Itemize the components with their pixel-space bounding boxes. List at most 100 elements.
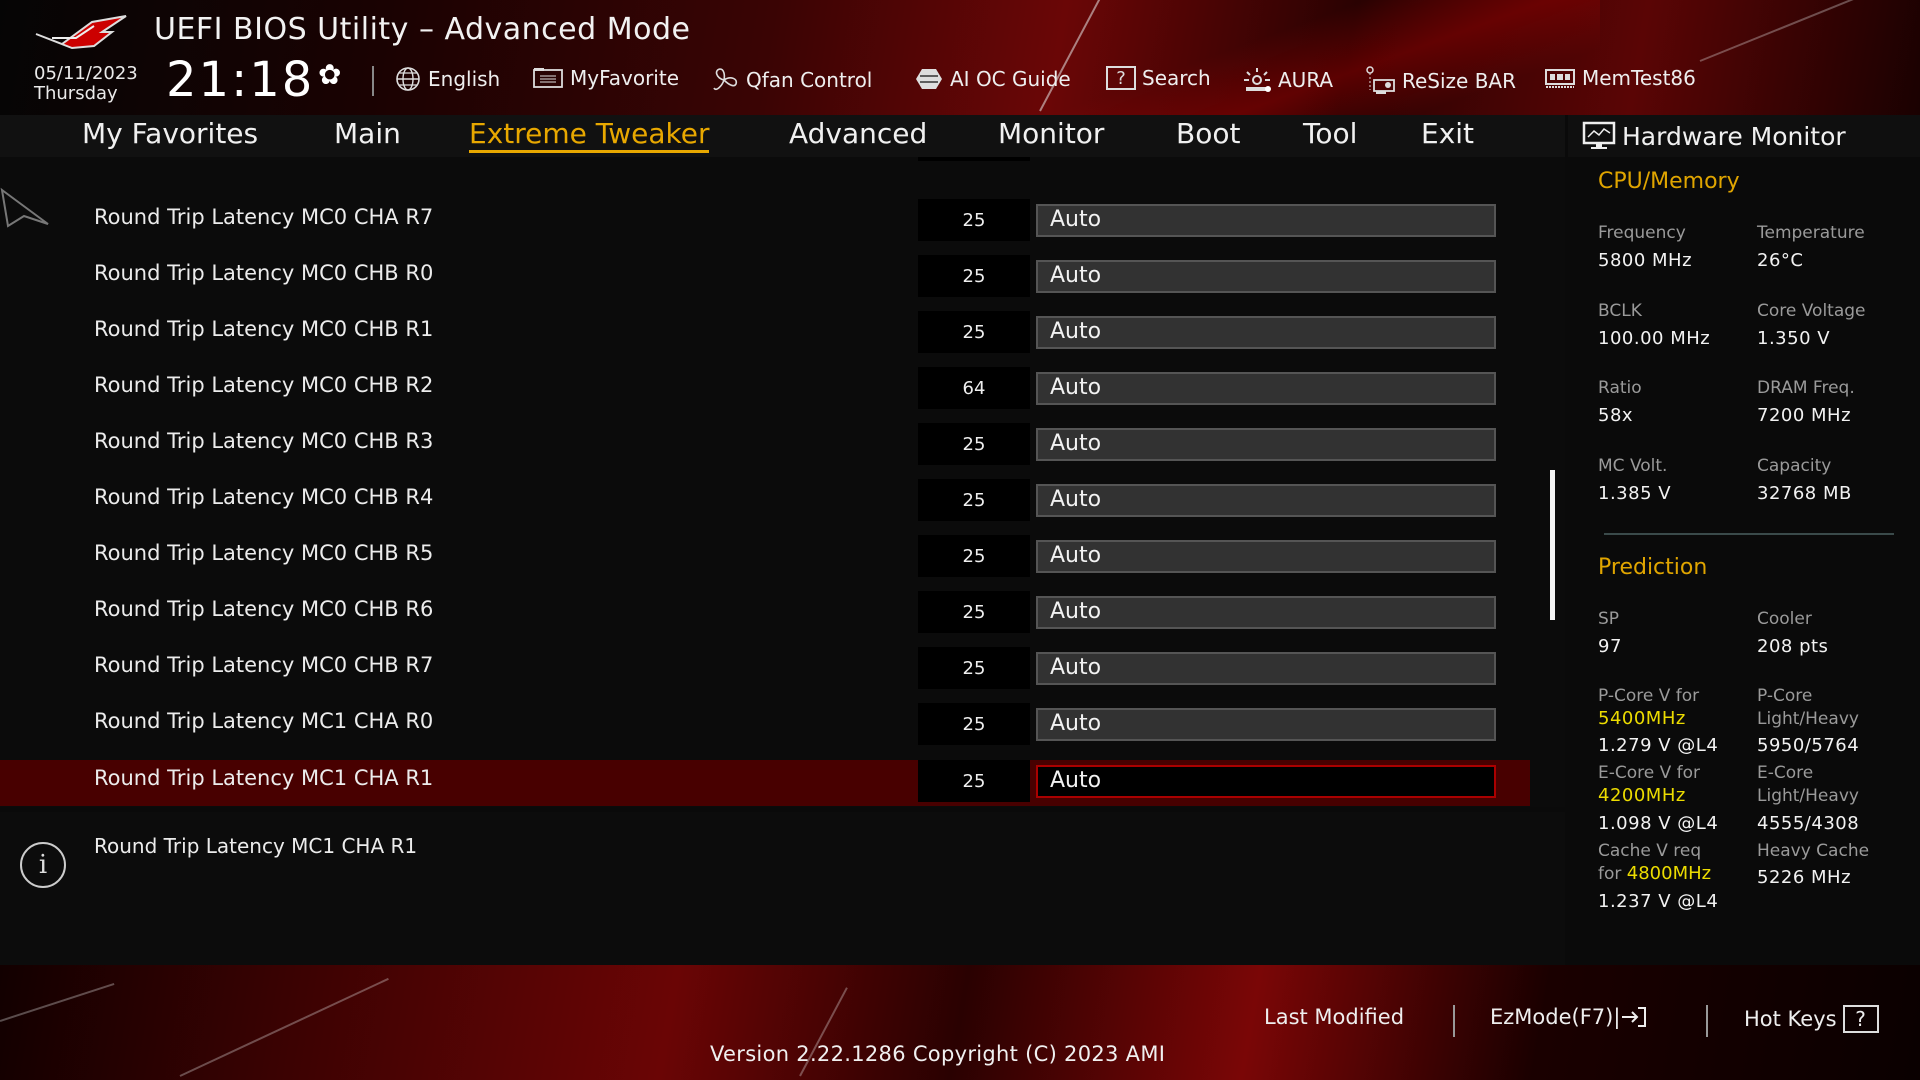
language-label: English — [428, 67, 501, 91]
setting-current-value: 25 — [918, 311, 1030, 353]
setting-select[interactable]: Auto — [1036, 765, 1496, 798]
setting-current-value: 25 — [918, 760, 1030, 802]
bclk-label: BCLK — [1598, 301, 1642, 321]
ecore-v-value: 1.098 V @L4 — [1598, 813, 1719, 834]
pcore-lh-label: P-Core — [1757, 686, 1813, 706]
setting-current-value: 25 — [918, 535, 1030, 577]
setting-select[interactable]: Auto — [1036, 708, 1496, 741]
language-button[interactable]: English — [394, 66, 500, 92]
ezmode-button[interactable]: EzMode(F7)| — [1490, 1005, 1648, 1029]
setting-label: Round Trip Latency MC0 CHB R0 — [94, 261, 434, 285]
setting-row[interactable]: Round Trip Latency MC0 CHB R6 25 Auto — [0, 591, 1530, 637]
cache-v-for: for — [1598, 864, 1622, 884]
clock-settings-gear-icon[interactable]: ✿ — [318, 58, 341, 91]
setting-select[interactable]: Auto — [1036, 204, 1496, 237]
hot-keys-button[interactable]: Hot Keys ? — [1744, 1005, 1879, 1033]
cache-v-value: 1.237 V @L4 — [1598, 891, 1719, 912]
myfavorite-label: MyFavorite — [570, 66, 680, 90]
heavy-cache-label: Heavy Cache — [1757, 841, 1870, 861]
setting-row[interactable]: Round Trip Latency MC0 CHB R4 25 Auto — [0, 479, 1530, 525]
pcore-v-value: 1.279 V @L4 — [1598, 735, 1719, 756]
frequency-value: 5800 MHz — [1598, 250, 1693, 271]
cooler-value: 208 pts — [1757, 636, 1829, 657]
setting-label: Round Trip Latency MC1 CHA R0 — [94, 709, 434, 733]
setting-label: Round Trip Latency MC0 CHB R2 — [94, 373, 434, 397]
qfan-control-button[interactable]: Qfan Control — [710, 66, 872, 94]
tab-exit[interactable]: Exit — [1421, 117, 1474, 150]
setting-select[interactable]: Auto — [1036, 596, 1496, 629]
setting-label: Round Trip Latency MC1 CHA R1 — [94, 766, 434, 790]
setting-select[interactable]: Auto — [1036, 652, 1496, 685]
hot-keys-label: Hot Keys — [1744, 1007, 1837, 1031]
memtest86-button[interactable]: MemTest86 — [1544, 66, 1696, 90]
setting-label: Round Trip Latency MC0 CHB R6 — [94, 597, 434, 621]
aura-button[interactable]: AURA — [1242, 66, 1333, 94]
search-button[interactable]: ? Search — [1106, 66, 1211, 90]
date-text: 05/11/2023 — [34, 63, 138, 84]
sp-label: SP — [1598, 609, 1620, 629]
setting-select[interactable]: Auto — [1036, 372, 1496, 405]
setting-label: Round Trip Latency MC0 CHA R7 — [94, 205, 434, 229]
setting-select[interactable]: Auto — [1036, 316, 1496, 349]
hardware-monitor-header: Hardware Monitor — [1568, 115, 1920, 157]
hardware-monitor-title: Hardware Monitor — [1582, 121, 1846, 151]
setting-select[interactable]: Auto — [1036, 484, 1496, 517]
gpu-card-icon — [1364, 66, 1396, 96]
help-question-icon: ? — [1842, 1005, 1879, 1033]
setting-select[interactable]: Auto — [1036, 260, 1496, 293]
settings-list: Round Trip Latency MC0 CHA R6 25 Auto Ro… — [0, 157, 1565, 807]
setting-row[interactable]: Round Trip Latency MC0 CHB R0 25 Auto — [0, 255, 1530, 301]
capacity-label: Capacity — [1757, 456, 1832, 476]
setting-current-value: 25 — [918, 423, 1030, 465]
ecore-lh-value: 4555/4308 — [1757, 813, 1860, 834]
app-title: UEFI BIOS Utility – Advanced Mode — [154, 12, 691, 47]
setting-select[interactable]: Auto — [1036, 540, 1496, 573]
ai-oc-guide-button[interactable]: AI OC Guide — [914, 66, 1071, 92]
temperature-label: Temperature — [1757, 223, 1865, 243]
list-scrollbar[interactable] — [1550, 470, 1555, 620]
qfan-label: Qfan Control — [746, 68, 873, 92]
setting-select[interactable]: Auto — [1036, 428, 1496, 461]
cache-v-freq: 4800MHz — [1626, 863, 1712, 884]
setting-row[interactable]: Round Trip Latency MC0 CHB R5 25 Auto — [0, 535, 1530, 581]
hardware-monitor-panel: CPU/Memory Frequency 5800 MHz Temperatur… — [1584, 115, 1920, 965]
bclk-value: 100.00 MHz — [1598, 328, 1711, 349]
aura-label: AURA — [1278, 68, 1334, 92]
setting-label: Round Trip Latency MC0 CHB R4 — [94, 485, 434, 509]
setting-current-value: 25 — [918, 255, 1030, 297]
day-text: Thursday — [34, 83, 118, 104]
myfavorite-button[interactable]: MyFavorite — [532, 66, 679, 90]
divider — [372, 66, 374, 96]
last-modified-button[interactable]: Last Modified — [1264, 1005, 1404, 1029]
temperature-value: 26°C — [1757, 250, 1804, 271]
tab-boot[interactable]: Boot — [1176, 117, 1240, 150]
fan-icon — [710, 66, 740, 94]
section-divider — [1604, 533, 1894, 535]
resize-bar-button[interactable]: ReSize BAR — [1364, 66, 1516, 96]
pcore-lh-label-2: Light/Heavy — [1757, 709, 1859, 729]
ai-oc-guide-label: AI OC Guide — [950, 67, 1071, 91]
setting-row-selected[interactable]: Round Trip Latency MC1 CHA R1 25 Auto — [0, 760, 1530, 806]
tab-monitor[interactable]: Monitor — [998, 117, 1104, 150]
ratio-value: 58x — [1598, 405, 1634, 426]
tab-advanced[interactable]: Advanced — [789, 117, 927, 150]
tab-my-favorites[interactable]: My Favorites — [82, 117, 258, 150]
tab-tool[interactable]: Tool — [1303, 117, 1357, 150]
setting-label: Round Trip Latency MC0 CHB R5 — [94, 541, 434, 565]
core-voltage-value: 1.350 V — [1757, 328, 1831, 349]
setting-row[interactable]: Round Trip Latency MC0 CHA R6 25 Auto — [0, 157, 1530, 165]
heavy-cache-value: 5226 MHz — [1757, 867, 1852, 888]
setting-row[interactable]: Round Trip Latency MC1 CHA R0 25 Auto — [0, 703, 1530, 749]
setting-row[interactable]: Round Trip Latency MC0 CHB R2 64 Auto — [0, 367, 1530, 413]
setting-row[interactable]: Round Trip Latency MC0 CHA R7 25 Auto — [0, 199, 1530, 245]
rog-logo-icon — [35, 15, 127, 50]
setting-current-value: 25 — [918, 479, 1030, 521]
tab-main[interactable]: Main — [334, 117, 401, 150]
tab-extreme-tweaker[interactable]: Extreme Tweaker — [469, 117, 710, 153]
setting-label: Round Trip Latency MC0 CHB R1 — [94, 317, 434, 341]
setting-row[interactable]: Round Trip Latency MC0 CHB R1 25 Auto — [0, 311, 1530, 357]
setting-row[interactable]: Round Trip Latency MC0 CHB R7 25 Auto — [0, 647, 1530, 693]
ecore-v-label: E-Core V for — [1598, 763, 1701, 783]
setting-row[interactable]: Round Trip Latency MC0 CHB R3 25 Auto — [0, 423, 1530, 469]
help-info-panel: i Round Trip Latency MC1 CHA R1 — [0, 812, 1565, 965]
